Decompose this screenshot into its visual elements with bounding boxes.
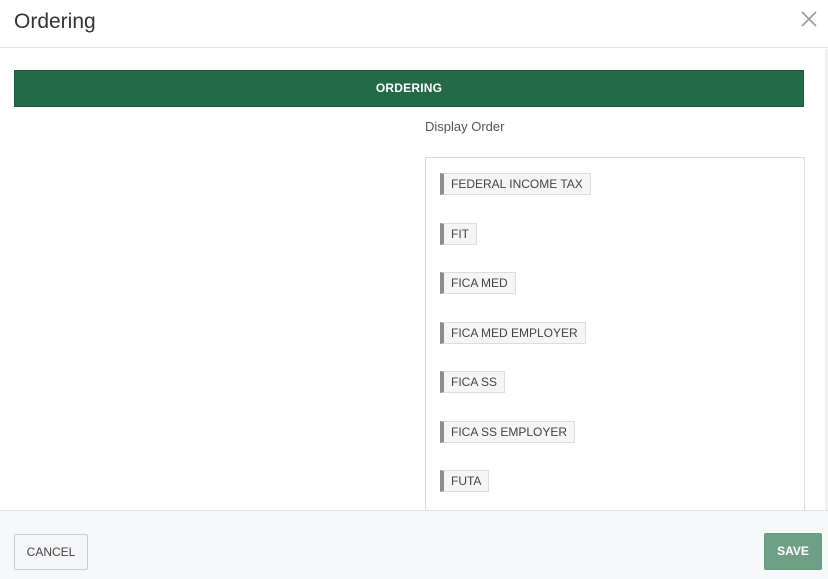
- dialog-title: Ordering: [14, 10, 96, 33]
- order-item[interactable]: FICA SS EMPLOYER: [440, 421, 576, 443]
- display-order-list: FEDERAL INCOME TAX FIT FICA MED FICA MED EM…: [425, 157, 805, 510]
- order-item[interactable]: FIT: [440, 223, 477, 245]
- order-item[interactable]: FEDERAL INCOME TAX: [440, 173, 591, 195]
- order-item[interactable]: FUTA: [440, 470, 490, 492]
- order-item[interactable]: FICA MED: [440, 272, 516, 294]
- ordering-section-banner: ORDERING: [14, 70, 804, 107]
- order-item[interactable]: FICA SS: [440, 371, 506, 393]
- display-order-label: Display Order: [425, 119, 505, 134]
- dialog-footer: CANCEL SAVE: [0, 510, 828, 579]
- dialog-header: Ordering: [0, 0, 828, 48]
- order-item[interactable]: FICA MED EMPLOYER: [440, 322, 586, 344]
- close-icon: [801, 11, 817, 27]
- save-button[interactable]: SAVE: [764, 533, 822, 570]
- ordering-dialog: Ordering ORDERING Display Order FEDERAL …: [0, 0, 828, 579]
- dialog-body: ORDERING Display Order FEDERAL INCOME TA…: [0, 49, 828, 510]
- close-button[interactable]: [800, 10, 818, 28]
- cancel-button[interactable]: CANCEL: [14, 534, 88, 570]
